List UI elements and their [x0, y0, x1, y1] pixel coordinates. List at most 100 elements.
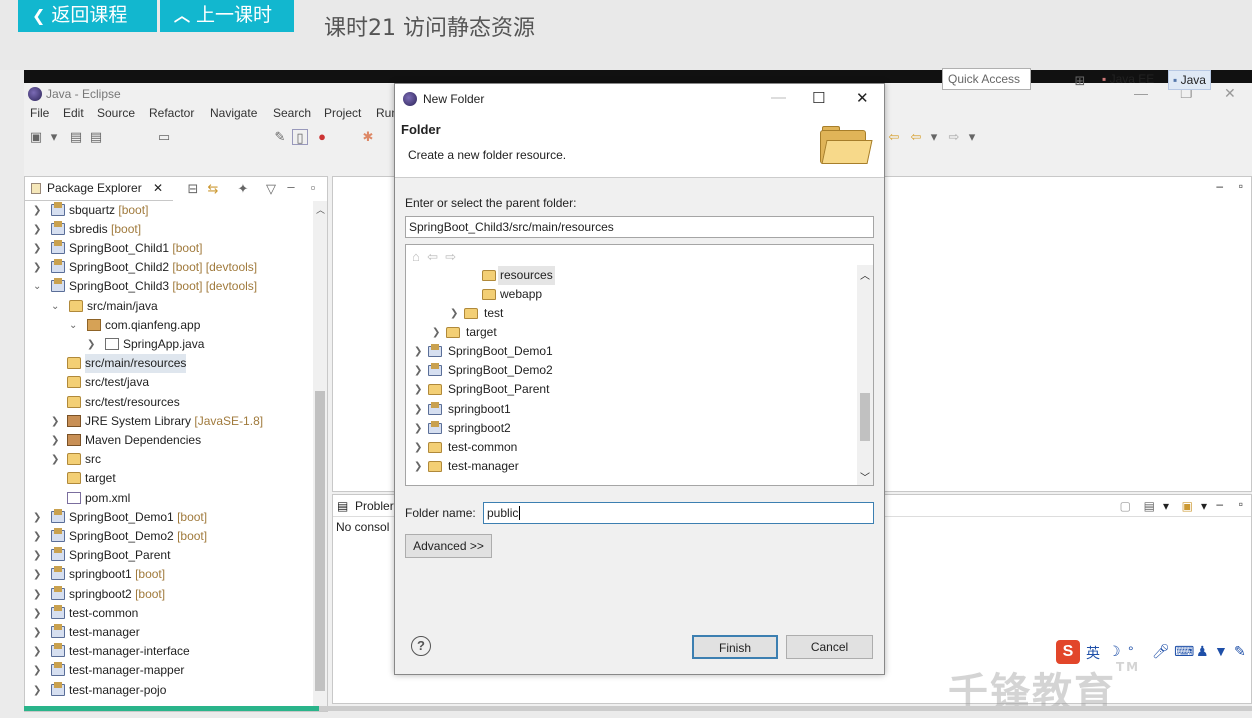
forward-icon[interactable]: ⇨	[946, 129, 962, 145]
display-console-icon[interactable]: ▤	[1144, 499, 1155, 513]
forward-icon[interactable]: ⇨	[445, 249, 456, 264]
pin-icon[interactable]: ✎	[272, 129, 288, 145]
tree-row-test-manager-interface[interactable]: ❯ test-manager-interface	[33, 642, 313, 661]
chevron-right-icon[interactable]: ❯	[33, 585, 43, 604]
chevron-right-icon[interactable]: ❯	[51, 431, 61, 450]
minimize-console-icon[interactable]: –	[1216, 497, 1223, 511]
skin-icon[interactable]: ▼	[1214, 643, 1228, 659]
maximize-icon[interactable]: ☐	[812, 89, 825, 107]
tree-row-src[interactable]: ❯ src	[51, 450, 313, 469]
wrench-icon[interactable]: ✎	[1234, 643, 1246, 660]
chevron-right-icon[interactable]: ❯	[87, 335, 97, 354]
maximize-editor-icon[interactable]: ▫	[1239, 179, 1243, 193]
chevron-down-icon[interactable]: ⌄	[51, 297, 61, 316]
tree-row-jre-library[interactable]: ❯ JRE System Library [JavaSE-1.8]	[51, 412, 313, 431]
tree-row-test-manager[interactable]: ❯ test-manager	[33, 623, 313, 642]
cancel-button[interactable]: Cancel	[786, 635, 873, 659]
tree-row-src-test-resources[interactable]: src/test/resources	[51, 393, 313, 412]
help-icon[interactable]: ?	[411, 636, 431, 656]
back-icon[interactable]: ⇦	[886, 129, 902, 145]
menu-file[interactable]: File	[30, 106, 49, 120]
scroll-up-icon[interactable]: ︿	[316, 203, 325, 216]
chevron-right-icon[interactable]: ❯	[33, 239, 43, 258]
chevron-down-icon[interactable]: ⌄	[69, 316, 79, 335]
folder-tree-scrollbar[interactable]: ︿ ﹀	[857, 265, 873, 485]
previous-lesson-button[interactable]: ︿ 上一课时	[160, 0, 294, 32]
chevron-right-icon[interactable]: ❯	[432, 323, 442, 342]
perspective-java[interactable]: ▪ Java	[1168, 70, 1211, 90]
chevron-right-icon[interactable]: ❯	[450, 304, 460, 323]
tree-row-src-main-resources[interactable]: src/main/resources	[51, 354, 313, 373]
advanced-button[interactable]: Advanced >>	[405, 534, 492, 558]
scroll-thumb[interactable]	[860, 393, 870, 441]
link-editor-icon[interactable]: ⇆	[205, 181, 221, 197]
moon-icon[interactable]: ☽	[1108, 643, 1121, 660]
tree-row-springboot-parent[interactable]: ❯ SpringBoot_Parent	[33, 546, 313, 565]
chevron-right-icon[interactable]: ❯	[33, 201, 43, 220]
debug-icon[interactable]: ●	[314, 129, 330, 145]
chevron-right-icon[interactable]: ❯	[33, 642, 43, 661]
minimize-editor-icon[interactable]: –	[1216, 179, 1223, 193]
tree-row-test-manager-mapper[interactable]: ❯ test-manager-mapper	[33, 661, 313, 680]
microphone-icon[interactable]: 🎤︎	[1152, 643, 1170, 660]
close-icon[interactable]: ✕	[1224, 85, 1236, 102]
chevron-right-icon[interactable]: ❯	[51, 450, 61, 469]
tree-row-springboot-child3[interactable]: ⌄ SpringBoot_Child3 [boot] [devtools]	[33, 277, 313, 296]
perspective-java-ee[interactable]: ▪ Java EE	[1098, 70, 1158, 90]
tree-row-springboot-child1[interactable]: ❯ SpringBoot_Child1 [boot]	[33, 239, 313, 258]
tree-row-springboot1[interactable]: ❯ springboot1 [boot]	[33, 565, 313, 584]
keyboard-icon[interactable]: ⌨	[1174, 643, 1194, 660]
close-tab-icon[interactable]: ✕	[153, 181, 163, 195]
view-menu-icon[interactable]: ▽	[263, 181, 279, 197]
back-icon[interactable]: ⇦	[427, 249, 438, 264]
chevron-right-icon[interactable]: ❯	[33, 258, 43, 277]
punctuation-icon[interactable]: °	[1128, 643, 1134, 659]
tree-row-springapp-java[interactable]: ❯ SpringApp.java	[87, 335, 313, 354]
run-icon[interactable]: ✱	[360, 129, 376, 145]
chevron-right-icon[interactable]: ❯	[33, 565, 43, 584]
chevron-right-icon[interactable]: ❯	[33, 546, 43, 565]
forward-dropdown-icon[interactable]: ▾	[964, 129, 980, 145]
tree-row-pom-xml[interactable]: pom.xml	[51, 489, 313, 508]
back-nav-icon[interactable]: ⇦	[908, 129, 924, 145]
chevron-right-icon[interactable]: ❯	[33, 681, 43, 700]
tree-row-src-main-java[interactable]: ⌄ src/main/java	[51, 297, 313, 316]
quick-access-input[interactable]: Quick Access	[942, 68, 1031, 90]
minimize-view-icon[interactable]: –	[283, 179, 299, 195]
menu-project[interactable]: Project	[324, 106, 361, 120]
console-dropdown-icon[interactable]: ▾	[1163, 499, 1169, 513]
back-to-course-button[interactable]: ❮ 返回课程	[18, 0, 157, 32]
menu-navigate[interactable]: Navigate	[210, 106, 257, 120]
chevron-right-icon[interactable]: ❯	[51, 412, 61, 431]
menu-source[interactable]: Source	[97, 106, 135, 120]
folder-name-input[interactable]: public	[483, 502, 874, 524]
chevron-right-icon[interactable]: ❯	[414, 438, 424, 457]
chevron-down-icon[interactable]: ⌄	[33, 277, 43, 296]
open-console-icon[interactable]: ▣	[1182, 499, 1193, 513]
scroll-thumb[interactable]	[315, 391, 325, 691]
new-icon[interactable]: ▣	[28, 129, 44, 145]
user-icon[interactable]: ♟	[1196, 643, 1209, 660]
collapse-all-icon[interactable]: ⊟	[185, 181, 201, 197]
menu-refactor[interactable]: Refactor	[149, 106, 194, 120]
chevron-right-icon[interactable]: ❯	[33, 623, 43, 642]
toggle-icon[interactable]: ▯	[292, 129, 308, 145]
tree-row-src-test-java[interactable]: src/test/java	[51, 373, 313, 392]
chevron-right-icon[interactable]: ❯	[414, 400, 424, 419]
video-progress-bar[interactable]	[24, 706, 1252, 711]
open-console-dropdown-icon[interactable]: ▾	[1201, 499, 1207, 513]
scroll-up-icon[interactable]: ︿	[860, 267, 870, 282]
menu-search[interactable]: Search	[273, 106, 311, 120]
chevron-right-icon[interactable]: ❯	[33, 604, 43, 623]
tree-row-springboot-demo2[interactable]: ❯ SpringBoot_Demo2 [boot]	[33, 527, 313, 546]
chevron-right-icon[interactable]: ❯	[33, 527, 43, 546]
save-icon[interactable]: ▤	[68, 129, 84, 145]
menu-edit[interactable]: Edit	[63, 106, 84, 120]
tree-row-target[interactable]: target	[51, 469, 313, 488]
chevron-right-icon[interactable]: ❯	[33, 661, 43, 680]
maximize-console-icon[interactable]: ▫	[1239, 497, 1243, 511]
parent-folder-input[interactable]: SpringBoot_Child3/src/main/resources	[405, 216, 874, 238]
tree-row-package[interactable]: ⌄ com.qianfeng.app	[69, 316, 313, 335]
focus-icon[interactable]: ✦	[235, 181, 251, 197]
chevron-right-icon[interactable]: ❯	[414, 361, 424, 380]
